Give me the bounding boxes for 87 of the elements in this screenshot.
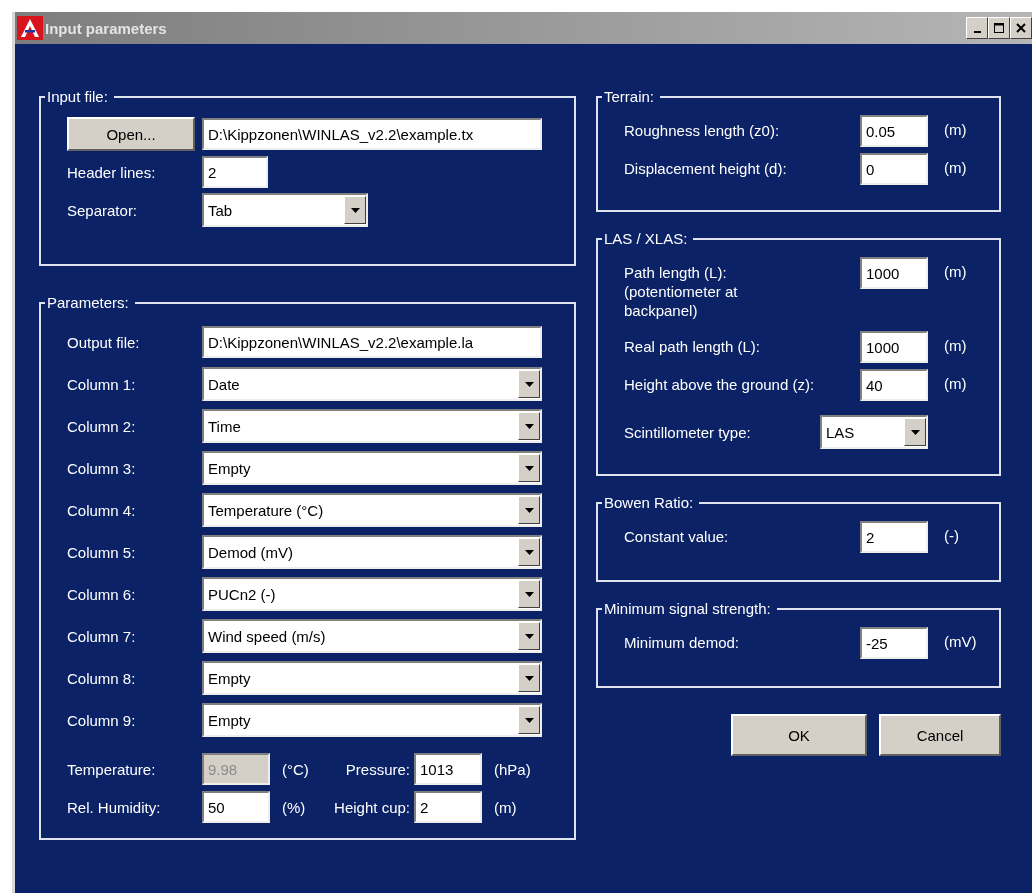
maximize-button[interactable] — [988, 17, 1010, 39]
unit-label: (m) — [943, 374, 967, 392]
dropdown-arrow-icon — [524, 675, 534, 681]
input-field[interactable]: 1000 — [860, 257, 928, 289]
field-label: Separator: — [67, 201, 139, 219]
dropdown[interactable]: Tab — [202, 193, 368, 227]
unit-label: (m) — [943, 262, 967, 280]
field-label: Scintillometer type: — [624, 423, 752, 441]
field-label: Output file: — [67, 333, 141, 351]
unit-label: (mV) — [943, 632, 977, 650]
field-label: Pressure: — [344, 760, 411, 778]
input-field[interactable]: 2 — [202, 156, 268, 188]
input-field[interactable]: D:\Kippzonen\WINLAS_v2.2\example.tx — [202, 118, 542, 150]
dropdown-arrow-icon — [524, 591, 534, 597]
field-label: Column 3: — [67, 459, 137, 477]
group-title: Minimum signal strength: — [603, 600, 772, 617]
window-title: Input parameters — [45, 19, 168, 37]
field-label: Column 8: — [67, 669, 137, 687]
group-title: LAS / XLAS: — [603, 230, 689, 247]
dropdown-arrow-icon — [524, 507, 534, 513]
field-label: Column 1: — [67, 375, 137, 393]
unit-label: (m) — [943, 120, 967, 138]
field-label: Column 2: — [67, 417, 137, 435]
unit-label: (m) — [943, 158, 967, 176]
field-label: Header lines: — [67, 163, 157, 181]
input-field[interactable]: 0 — [860, 153, 928, 185]
ok-button[interactable]: OK — [731, 714, 867, 756]
input-field[interactable]: 1013 — [414, 753, 482, 785]
group-title: Bowen Ratio: — [603, 494, 695, 511]
unit-label: (hPa) — [493, 760, 531, 778]
close-button[interactable] — [1010, 17, 1032, 39]
dropdown-arrow-icon — [524, 549, 534, 555]
unit-label: (m) — [943, 336, 967, 354]
dropdown[interactable]: Empty — [202, 703, 542, 737]
group-title: Terrain: — [603, 88, 656, 105]
dropdown[interactable]: PUCn2 (-) — [202, 577, 542, 611]
dropdown[interactable]: Empty — [202, 451, 542, 485]
unit-label: (m) — [493, 798, 517, 816]
field-label: Column 6: — [67, 585, 137, 603]
field-label: Path length (L): (potentiometer at backpanel) — [624, 263, 739, 320]
dropdown[interactable]: Demod (mV) — [202, 535, 542, 569]
dropdown-arrow-icon — [524, 633, 534, 639]
field-label: Column 9: — [67, 711, 137, 729]
dropdown-arrow-icon — [524, 465, 534, 471]
field-label: Constant value: — [624, 527, 730, 546]
input-field[interactable]: 2 — [414, 791, 482, 823]
close-icon — [1016, 23, 1026, 33]
field-label: Height above the ground (z): — [624, 375, 816, 394]
input-field[interactable]: 0.05 — [860, 115, 928, 147]
dropdown-arrow-icon — [524, 717, 534, 723]
dropdown[interactable]: Empty — [202, 661, 542, 695]
dropdown-arrow-icon — [910, 429, 920, 435]
input-field[interactable]: 2 — [860, 521, 928, 553]
dropdown[interactable]: Time — [202, 409, 542, 443]
group-title: Input file: — [46, 88, 109, 105]
dropdown[interactable]: Wind speed (m/s) — [202, 619, 542, 653]
field-label: Minimum demod: — [624, 633, 741, 652]
group-title: Parameters: — [46, 294, 130, 311]
minimize-button[interactable] — [966, 17, 988, 39]
field-label: Column 7: — [67, 627, 137, 645]
field-label: Displacement height (d): — [624, 159, 788, 178]
input-field[interactable]: 50 — [202, 791, 270, 823]
field-label: Height cup: — [333, 798, 411, 816]
dropdown-arrow-icon — [524, 423, 534, 429]
field-label: Real path length (L): — [624, 337, 761, 356]
maximize-icon — [994, 23, 1004, 33]
unit-label: (%) — [281, 798, 306, 816]
field-label: Roughness length (z0): — [624, 121, 781, 140]
input-field[interactable]: D:\Kippzonen\WINLAS_v2.2\example.la — [202, 326, 542, 358]
dropdown[interactable]: Temperature (°C) — [202, 493, 542, 527]
unit-label: (-) — [943, 526, 959, 544]
unit-label: (°C) — [281, 760, 309, 778]
input-field[interactable]: 40 — [860, 369, 928, 401]
minimize-icon — [973, 30, 981, 33]
open-button[interactable]: Open... — [67, 117, 195, 151]
dropdown-arrow-icon — [524, 381, 534, 387]
field-label: Temperature: — [67, 760, 157, 778]
field-label: Column 4: — [67, 501, 137, 519]
input-field[interactable]: 1000 — [860, 331, 928, 363]
dropdown[interactable]: LAS — [820, 415, 928, 449]
cancel-button[interactable]: Cancel — [879, 714, 1001, 756]
dropdown[interactable]: Date — [202, 367, 542, 401]
dropdown-arrow-icon — [350, 207, 360, 213]
field-label: Rel. Humidity: — [67, 798, 162, 816]
field-label: Column 5: — [67, 543, 137, 561]
app-logo-icon — [17, 16, 43, 40]
input-field[interactable]: -25 — [860, 627, 928, 659]
